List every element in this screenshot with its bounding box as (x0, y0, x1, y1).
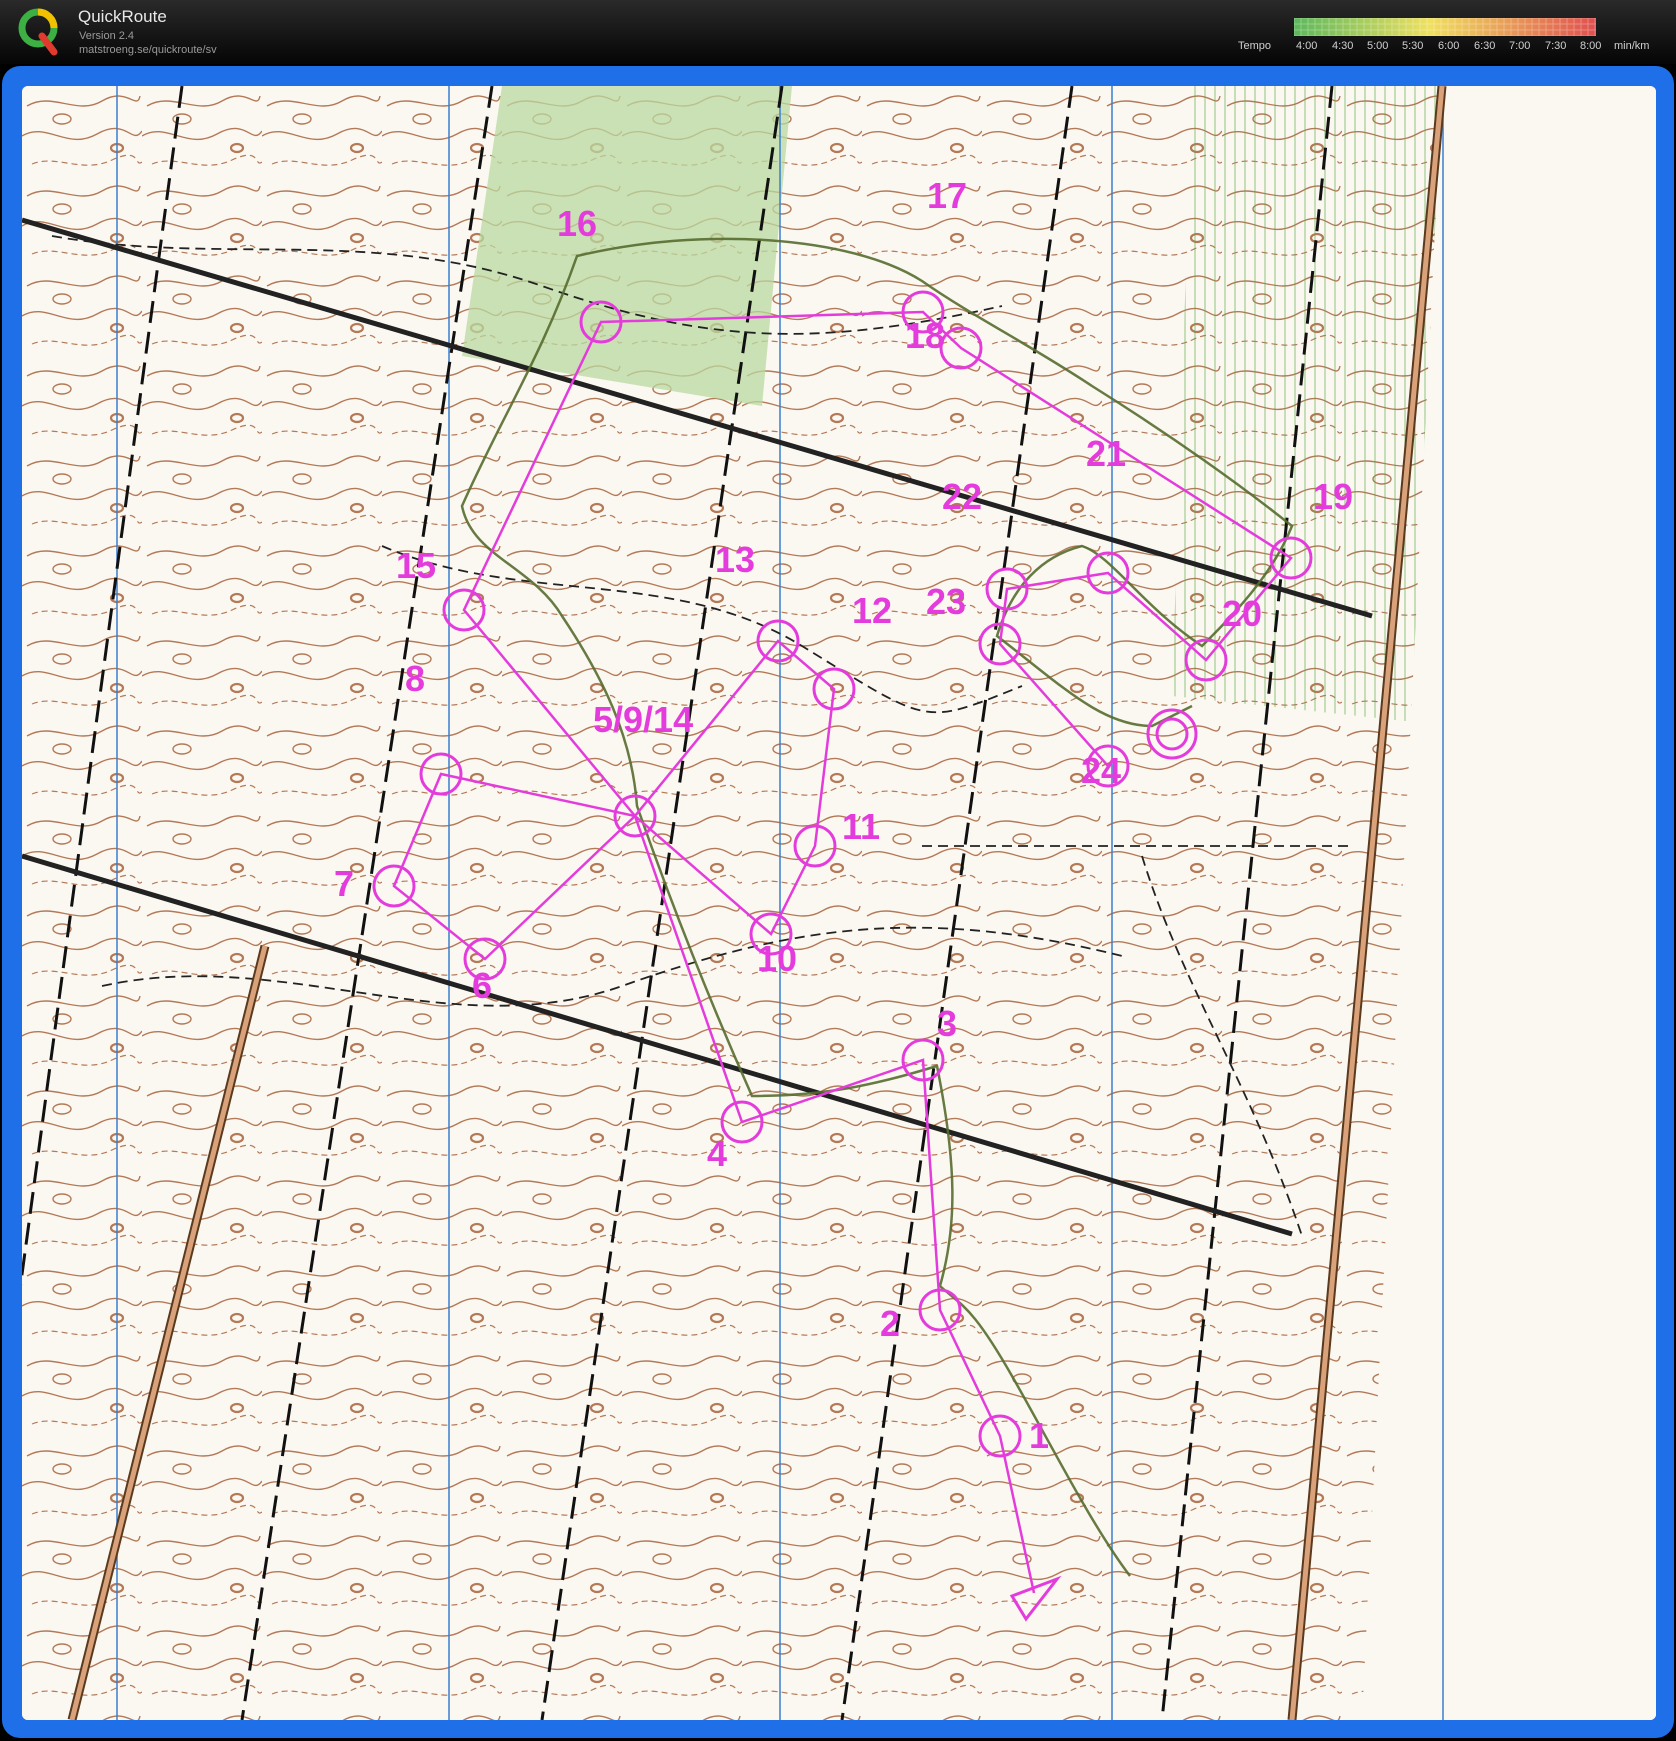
app-url[interactable]: matstroeng.se/quickroute/sv (79, 44, 217, 56)
tempo-tick: min/km (1614, 40, 1650, 52)
tempo-tick: 4:30 (1332, 40, 1354, 52)
control-label: 7 (334, 863, 354, 904)
control-label: 13 (715, 539, 755, 580)
tempo-tick: 6:00 (1438, 40, 1460, 52)
quickroute-logo-icon (18, 8, 58, 56)
tempo-tick: 6:30 (1474, 40, 1496, 52)
control-label: 23 (926, 581, 966, 622)
tempo-label: Tempo (1238, 40, 1272, 52)
app-version: Version 2.4 (79, 30, 135, 42)
control-label: 11 (842, 806, 880, 847)
control-label: 10 (757, 938, 797, 979)
control-label: 24 (1081, 750, 1121, 791)
control-label: 17 (927, 175, 967, 216)
control-label: 5/9/14 (593, 699, 693, 740)
control-label: 15 (396, 545, 436, 586)
control-label: 21 (1086, 433, 1126, 474)
tempo-tick: 7:30 (1545, 40, 1567, 52)
tempo-tick: 8:00 (1580, 40, 1602, 52)
control-label: 12 (852, 590, 892, 631)
tempo-tick: 4:00 (1296, 40, 1318, 52)
control-label: 19 (1313, 476, 1353, 517)
control-label: 1 (1029, 1415, 1049, 1456)
control-label: 3 (937, 1003, 957, 1044)
control-label: 6 (472, 965, 492, 1006)
tempo-tick: 7:00 (1509, 40, 1531, 52)
orienteering-map[interactable]: 1 2 3 4 5/9/14 6 7 8 10 11 12 13 15 16 1… (22, 86, 1656, 1720)
tempo-tick: 5:00 (1367, 40, 1389, 52)
tempo-tick: 5:30 (1402, 40, 1424, 52)
control-label: 18 (905, 315, 945, 356)
control-label: 16 (557, 203, 597, 244)
app-header: QuickRoute Version 2.4 matstroeng.se/qui… (0, 0, 1676, 64)
map-canvas[interactable]: 1 2 3 4 5/9/14 6 7 8 10 11 12 13 15 16 1… (22, 86, 1656, 1720)
control-label: 20 (1222, 593, 1262, 634)
control-label: 22 (942, 476, 982, 517)
app-title: QuickRoute (78, 7, 167, 26)
control-label: 8 (405, 658, 425, 699)
tempo-color-scale (1294, 18, 1596, 36)
control-label: 2 (880, 1303, 900, 1344)
control-label: 4 (707, 1133, 727, 1174)
